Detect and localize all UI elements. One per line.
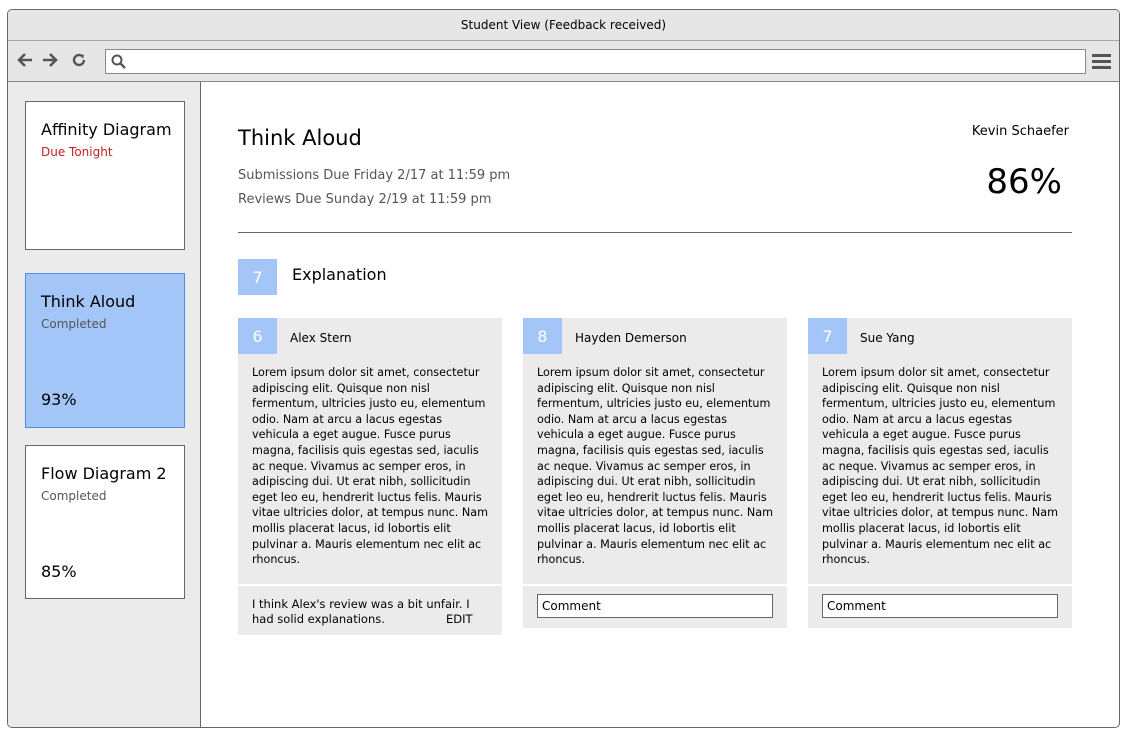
- review-text: Lorem ipsum dolor sit amet, consectetur …: [822, 366, 1059, 567]
- forward-arrow-icon[interactable]: [41, 51, 59, 69]
- review-score-badge: 6: [238, 318, 277, 354]
- page-title: Think Aloud: [238, 126, 362, 150]
- review-comment-area: [808, 586, 1072, 628]
- sidebar-item-flow-diagram-2[interactable]: Flow Diagram 2 Completed 85%: [25, 445, 185, 599]
- review-body: 8 Hayden Demerson Lorem ipsum dolor sit …: [523, 318, 787, 584]
- review-body: 7 Sue Yang Lorem ipsum dolor sit amet, c…: [808, 318, 1072, 584]
- reviews-due: Reviews Due Sunday 2/19 at 11:59 pm: [238, 192, 492, 207]
- sidebar-item-title: Affinity Diagram: [41, 120, 172, 139]
- sidebar-item-status: Completed: [41, 317, 107, 331]
- sidebar-item-title: Flow Diagram 2: [41, 464, 167, 483]
- browser-window: Student View (Feedback received) Affinit…: [7, 9, 1120, 728]
- reviewer-name: Alex Stern: [290, 331, 352, 345]
- student-name: Kevin Schaefer: [971, 124, 1069, 139]
- review-card-sue-yang: 7 Sue Yang Lorem ipsum dolor sit amet, c…: [808, 318, 1072, 628]
- hamburger-menu-icon[interactable]: [1092, 53, 1111, 70]
- feedback-text: I think Alex's review was a bit unfair. …: [252, 597, 470, 626]
- edit-feedback-link[interactable]: EDIT: [446, 612, 473, 626]
- back-arrow-icon[interactable]: [16, 51, 34, 69]
- reviewer-name: Hayden Demerson: [575, 331, 687, 345]
- review-feedback: I think Alex's review was a bit unfair. …: [238, 586, 502, 635]
- sidebar-item-status: Due Tonight: [41, 145, 113, 159]
- section-score-badge: 7: [238, 259, 277, 295]
- main-content: Think Aloud Kevin Schaefer 86% Submissio…: [201, 82, 1119, 727]
- review-text: Lorem ipsum dolor sit amet, consectetur …: [252, 366, 489, 567]
- submissions-due: Submissions Due Friday 2/17 at 11:59 pm: [238, 168, 511, 183]
- section-title: Explanation: [292, 265, 387, 284]
- header-divider: [238, 232, 1072, 233]
- sidebar-item-affinity-diagram[interactable]: Affinity Diagram Due Tonight: [25, 101, 185, 250]
- browser-toolbar: [8, 41, 1119, 82]
- sidebar-item-title: Think Aloud: [41, 292, 136, 311]
- sidebar-item-status: Completed: [41, 489, 107, 503]
- review-body: 6 Alex Stern Lorem ipsum dolor sit amet,…: [238, 318, 502, 584]
- assignment-sidebar: Affinity Diagram Due Tonight Think Aloud…: [8, 82, 201, 727]
- overall-grade: 86%: [986, 162, 1062, 202]
- search-icon: [110, 53, 128, 71]
- sidebar-item-think-aloud[interactable]: Think Aloud Completed 93%: [25, 273, 185, 428]
- comment-input[interactable]: [822, 594, 1058, 618]
- reload-icon[interactable]: [70, 51, 88, 69]
- review-score-badge: 8: [523, 318, 562, 354]
- window-title: Student View (Feedback received): [8, 10, 1119, 41]
- review-comment-area: [523, 586, 787, 628]
- review-score-badge: 7: [808, 318, 847, 354]
- reviewer-name: Sue Yang: [860, 331, 915, 345]
- review-text: Lorem ipsum dolor sit amet, consectetur …: [537, 366, 774, 567]
- review-card-hayden-demerson: 8 Hayden Demerson Lorem ipsum dolor sit …: [523, 318, 787, 628]
- sidebar-item-score: 93%: [41, 390, 77, 409]
- sidebar-item-score: 85%: [41, 562, 77, 581]
- comment-input[interactable]: [537, 594, 773, 618]
- review-card-alex-stern: 6 Alex Stern Lorem ipsum dolor sit amet,…: [238, 318, 502, 635]
- address-bar[interactable]: [105, 49, 1086, 74]
